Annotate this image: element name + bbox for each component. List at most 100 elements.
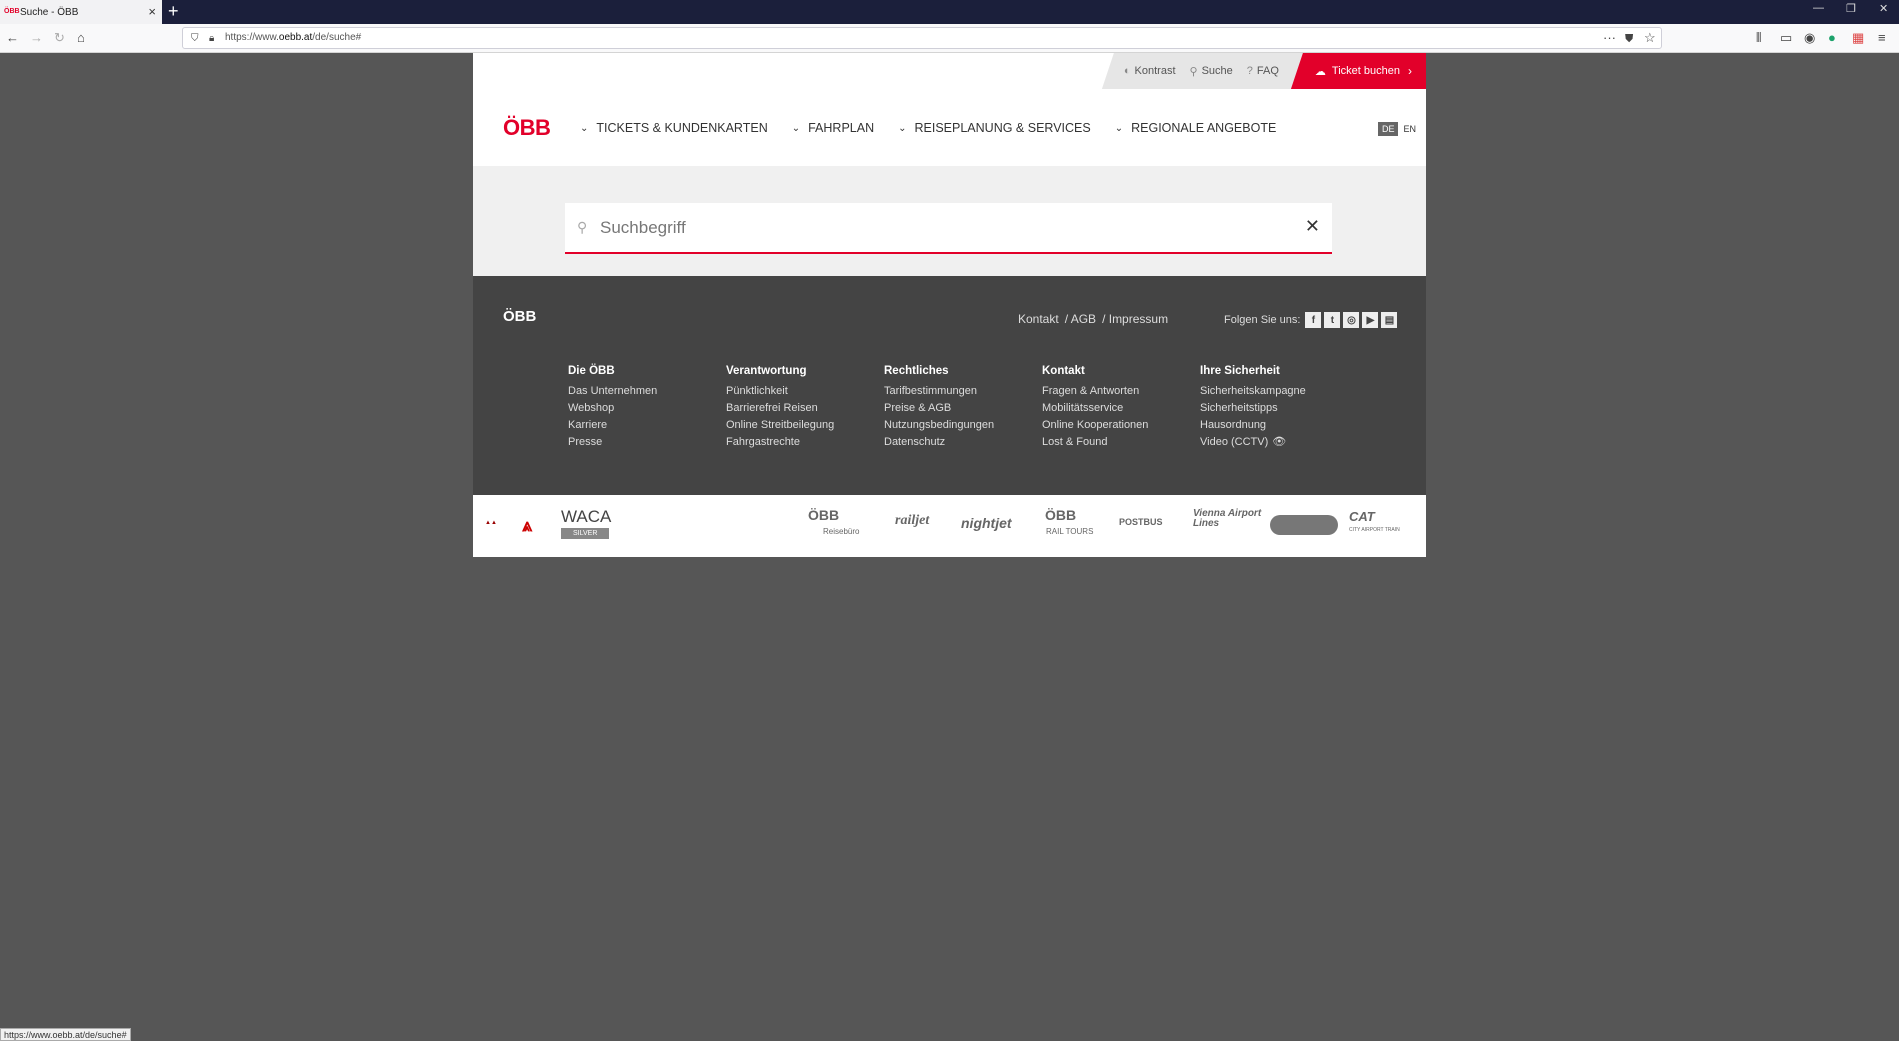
menu-label: TICKETS & KUNDENKARTEN [596,121,768,135]
restore-icon[interactable]: ❐ [1846,2,1856,15]
footer-link[interactable]: Preise & AGB [884,402,1042,415]
lock-icon[interactable]: 🔒︎ [209,31,214,47]
partner-logo-waca[interactable]: WACA [561,507,611,527]
ticket-buchen-button[interactable]: ☁ Ticket buchen › [1290,53,1426,89]
footer-columns: Die ÖBB Das Unternehmen Webshop Karriere… [568,365,1358,453]
footer-link[interactable]: Sicherheitstipps [1200,402,1358,415]
reload-icon[interactable]: ↻ [54,30,65,46]
instagram-icon[interactable]: ◎ [1343,312,1360,328]
main-menu: ⌄ TICKETS & KUNDENKARTEN ⌄ FAHRPLAN ⌄ REISE… [580,121,1300,135]
blog-icon[interactable]: ▤ [1381,312,1398,328]
minimize-icon[interactable]: — [1813,2,1824,14]
footer-link[interactable]: Das Unternehmen [568,385,726,398]
footer-link[interactable]: Webshop [568,402,726,415]
bookmark-star-icon[interactable]: ☆ [1644,30,1656,46]
tab-title: Suche - ÖBB [20,6,79,18]
footer-link[interactable]: Nutzungsbedingungen [884,419,1042,432]
close-window-icon[interactable]: ✕ [1879,2,1888,15]
footer-logo[interactable]: ÖBB [503,308,536,325]
footer-link[interactable]: Fragen & Antworten [1042,385,1200,398]
footer-link[interactable]: Fahrgastrechte [726,436,884,449]
waca-silver-badge: SILVER [561,528,610,539]
language-switch: DE EN [1377,122,1416,136]
pocket-icon[interactable]: ⛊ [1625,31,1633,47]
partner-logo-nightjet[interactable]: nightjet [961,515,1012,531]
library-icon[interactable]: ⫴ [1756,30,1761,46]
partner-logos: ▲▲ ⩓ WACA SILVER ÖBB Reisebüro railjet n… [473,495,1426,557]
close-tab-icon[interactable]: × [148,5,156,18]
footer-column-title: Kontakt [1042,365,1085,377]
account-icon[interactable]: ◉ [1804,30,1815,46]
clear-search-icon[interactable]: ✕ [1305,215,1320,237]
chevron-down-icon: ⌄ [580,122,589,134]
status-bar: https://www.oebb.at/de/suche# [0,1028,131,1041]
lang-de[interactable]: DE [1377,122,1399,136]
lang-en[interactable]: EN [1403,124,1416,134]
menu-reiseplanung[interactable]: ⌄ REISEPLANUNG & SERVICES [898,121,1091,135]
partner-logo-ahk[interactable]: ▲▲ [485,520,497,526]
footer-link[interactable]: Pünktlichkeit [726,385,884,398]
sidebar-icon[interactable]: ▭ [1780,30,1792,46]
oebb-favicon-icon: ÖBB [4,8,20,15]
footer-link[interactable]: Online Streitbeilegung [726,419,884,432]
footer-link-cctv[interactable]: Video (CCTV) 👁︎ [1200,436,1358,449]
footer-column-title: Ihre Sicherheit [1200,365,1280,377]
footer-link[interactable]: Sicherheitskampagne [1200,385,1358,398]
browser-tab[interactable]: ÖBB Suche - ÖBB × [0,0,162,24]
faq-link[interactable]: ? FAQ [1247,65,1279,77]
chevron-down-icon: ⌄ [1114,122,1124,134]
extension-icon[interactable]: ● [1828,30,1836,46]
footer-link[interactable]: Hausordnung [1200,419,1358,432]
footer-links: Kontakt / AGB / Impressum [1018,312,1174,326]
footer-link[interactable]: Karriere [568,419,726,432]
facebook-icon[interactable]: f [1305,312,1322,328]
suche-link[interactable]: ⚲ Suche [1190,65,1233,78]
more-actions-icon[interactable]: ··· [1603,30,1616,46]
search-input[interactable] [600,212,1280,244]
footer: ÖBB Kontakt / AGB / Impressum Folgen Sie… [473,276,1426,495]
youtube-icon[interactable]: ▶ [1362,312,1379,328]
menu-fahrplan[interactable]: ⌄ FAHRPLAN [792,121,874,135]
footer-column: Verantwortung Pünktlichkeit Barrierefrei… [726,365,884,453]
footer-link[interactable]: Online Kooperationen [1042,419,1200,432]
search-icon: ⚲ [577,219,588,235]
footer-link[interactable]: Tarifbestimmungen [884,385,1042,398]
twitter-icon[interactable]: t [1324,312,1341,328]
partner-logo-railtours[interactable]: ÖBB [1045,507,1076,523]
footer-link[interactable]: Datenschutz [884,436,1042,449]
footer-link-kontakt[interactable]: Kontakt [1018,312,1059,326]
search-box: ⚲ ✕ [565,203,1332,254]
partner-logo-reisebuero[interactable]: ÖBB [808,507,839,523]
reisebuero-label: Reisebüro [823,527,860,536]
footer-column-title: Rechtliches [884,365,949,377]
partner-logo-vienna-airport-lines[interactable]: Vienna Airport Lines [1193,509,1263,529]
url-text: https://www.oebb.at/de/suche# [225,32,362,43]
shield-icon[interactable]: ⛉ [191,31,199,47]
back-icon[interactable]: ← [6,30,19,46]
footer-link-agb[interactable]: / AGB [1065,312,1096,326]
footer-link[interactable]: Presse [568,436,726,449]
partner-logo-railjet[interactable]: railjet [895,513,929,529]
home-icon[interactable]: ⌂ [77,30,85,46]
partner-logo-bus[interactable] [1270,515,1338,535]
search-area: ⚲ ✕ [473,166,1426,276]
partner-logo-a-icon[interactable]: ⩓ [522,515,532,536]
partner-logo-cat[interactable]: CAT [1349,509,1375,524]
menu-icon[interactable]: ≡ [1878,30,1886,46]
forward-icon[interactable]: → [30,30,43,46]
extension-grid-icon[interactable]: ▦ [1852,30,1864,46]
menu-tickets[interactable]: ⌄ TICKETS & KUNDENKARTEN [580,121,768,135]
footer-link-impressum[interactable]: / Impressum [1102,312,1168,326]
address-bar[interactable]: ⛉ 🔒︎ https://www.oebb.at/de/suche# ··· ⛊… [182,27,1662,49]
partner-logo-postbus[interactable]: POSTBUS [1119,517,1163,527]
ticket-label: Ticket buchen [1331,65,1400,77]
faq-label: FAQ [1256,65,1279,77]
footer-link[interactable]: Barrierefrei Reisen [726,402,884,415]
footer-link[interactable]: Lost & Found [1042,436,1200,449]
oebb-logo[interactable]: ÖBB [503,115,551,141]
new-tab-icon[interactable]: + [168,1,179,21]
footer-link[interactable]: Mobilitätsservice [1042,402,1200,415]
menu-regionale-angebote[interactable]: ⌄ REGIONALE ANGEBOTE [1115,121,1277,135]
kontrast-link[interactable]: ◐ Kontrast [1124,65,1176,77]
chevron-down-icon: ⌄ [791,122,801,134]
